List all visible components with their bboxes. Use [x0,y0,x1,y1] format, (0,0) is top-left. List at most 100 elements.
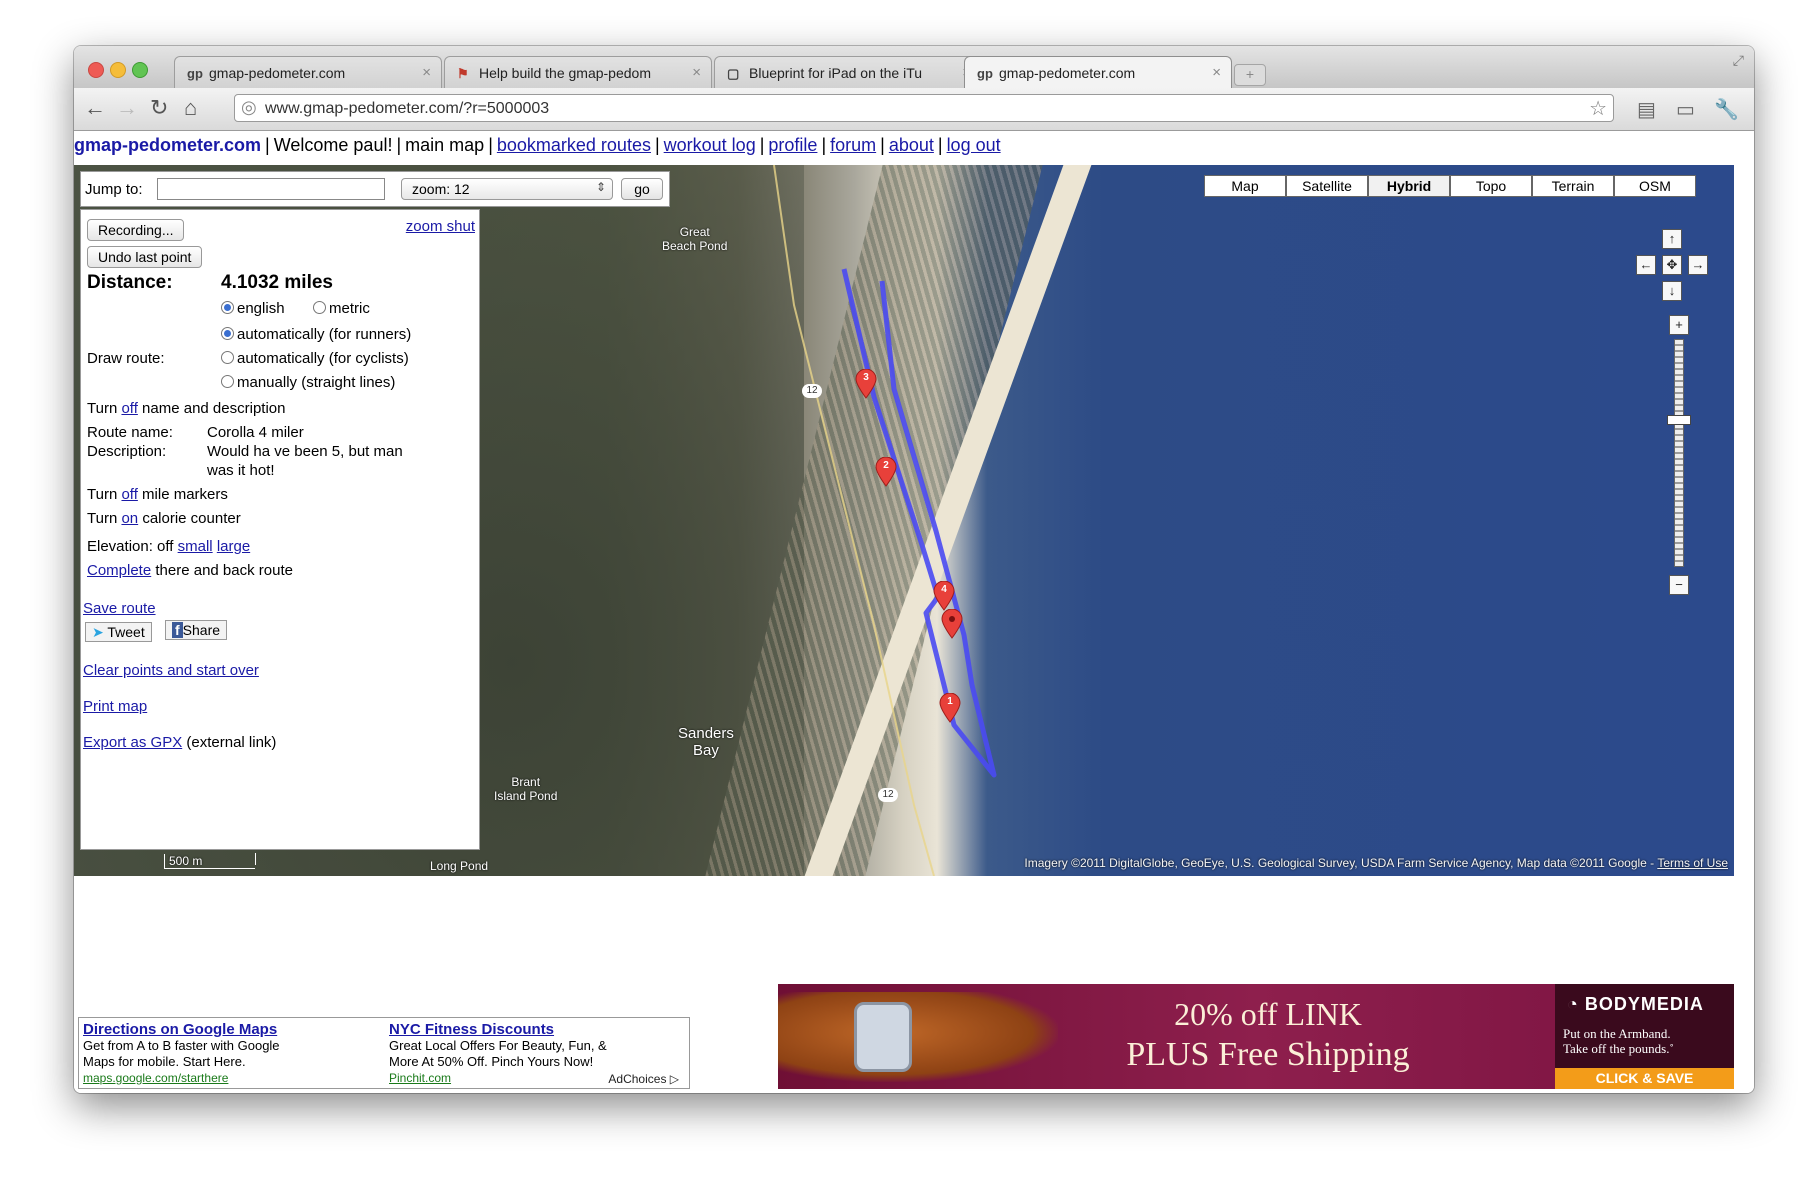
ad-directions[interactable]: Directions on Google Maps Get from A to … [83,1022,353,1086]
pan-right-icon[interactable]: → [1688,255,1708,275]
map-type-map[interactable]: Map [1204,175,1286,197]
about-link[interactable]: about [889,135,934,155]
radio-cyclists[interactable] [221,351,234,364]
name-off-link[interactable]: off [121,400,137,417]
radio-manual[interactable] [221,375,234,388]
zoom-window-button[interactable] [132,62,148,78]
tab-gmap-active[interactable]: gp gmap-pedometer.com × [964,56,1232,88]
minimize-window-button[interactable] [110,62,126,78]
map-type-osm[interactable]: OSM [1614,175,1696,197]
pan-up-icon[interactable]: ↑ [1662,229,1682,249]
bookmarked-routes-link[interactable]: bookmarked routes [497,135,651,155]
tab-gmap-1[interactable]: gp gmap-pedometer.com × [174,56,442,88]
mile-marker-1[interactable]: 1 [939,692,961,723]
road-line [773,165,935,876]
workout-log-link[interactable]: workout log [664,135,756,155]
gp-favicon-icon: gp [187,66,203,81]
description-line-1: Would ha ve been 5, but man [207,443,403,460]
home-icon[interactable]: ⌂ [184,95,197,121]
bodymedia-logo-icon: ◔ [1567,994,1579,1014]
site-home-link[interactable]: gmap-pedometer.com [74,135,261,155]
unit-metric-option[interactable]: metric [313,300,370,317]
map-type-terrain[interactable]: Terrain [1532,175,1614,197]
close-tab-icon[interactable]: × [1212,64,1221,81]
main-map-text: main map [405,135,485,155]
map-type-hybrid[interactable]: Hybrid [1368,175,1450,197]
bookmark-star-icon[interactable]: ☆ [1589,96,1607,121]
elevation-small-link[interactable]: small [178,538,213,555]
mile-markers-off-link[interactable]: off [121,486,137,503]
log-out-link[interactable]: log out [947,135,1001,155]
tab-title: Blueprint for iPad on the iTu [749,65,923,81]
close-tab-icon[interactable]: × [422,64,431,81]
wrench-icon[interactable]: 🔧 [1714,97,1739,122]
mile-marker-3[interactable]: 3 [855,368,877,399]
ad-title[interactable]: NYC Fitness Discounts [389,1022,659,1038]
zoom-slider-handle[interactable] [1667,415,1691,425]
draw-runners-option[interactable]: automatically (for runners) [221,326,411,343]
banner-sidebar: ◔ BODYMEDIA Put on the Armband. Take off … [1555,984,1734,1089]
mile-marker-2[interactable]: 2 [875,456,897,487]
mile-marker-4[interactable]: 4 [933,580,955,611]
facebook-share-button[interactable]: f Share [165,620,228,640]
extension-screen-icon[interactable]: ▭ [1676,97,1695,122]
label-great-beach-pond: Great Beach Pond [662,225,728,253]
radio-runners[interactable] [221,327,234,340]
undo-last-point-button[interactable]: Undo last point [87,246,203,268]
recording-button[interactable]: Recording... [87,219,185,241]
top-navigation: gmap-pedometer.com | Welcome paul! | main ma… [74,135,1001,155]
complete-route-line: Complete there and back route [87,562,293,579]
address-bar[interactable]: ◎ www.gmap-pedometer.com/?r=5000003 ☆ [234,94,1614,122]
zoom-in-icon[interactable]: + [1669,315,1689,335]
forward-arrow-icon[interactable]: → [116,95,138,121]
fullscreen-icon[interactable]: ⤢ [1733,52,1744,69]
profile-link[interactable]: profile [768,135,817,155]
back-arrow-icon[interactable]: ← [84,95,106,121]
pan-center-icon[interactable]: ✥ [1662,255,1682,275]
map-type-topo[interactable]: Topo [1450,175,1532,197]
calorie-on-link[interactable]: on [121,510,138,527]
tweet-button[interactable]: ➤ Tweet [85,622,152,642]
go-button[interactable]: go [621,178,663,200]
pan-left-icon[interactable]: ← [1636,255,1656,275]
satellite-map[interactable]: 1 2 3 4 Great Beach Pond Sanders Bay Bra… [74,165,1734,876]
select-arrows-icon: ⇕ [595,180,606,194]
map-type-satellite[interactable]: Satellite [1286,175,1368,197]
ad-title[interactable]: Directions on Google Maps [83,1022,353,1038]
unit-english-option[interactable]: english [221,300,285,317]
zoom-select-value: zoom: 12 [412,181,470,197]
save-route-link[interactable]: Save route [83,600,156,617]
forum-link[interactable]: forum [830,135,876,155]
zoom-slider-track[interactable] [1674,339,1684,567]
close-window-button[interactable] [88,62,104,78]
jump-to-input[interactable] [157,178,385,200]
route-end-marker[interactable] [941,608,963,639]
zoom-select[interactable]: zoom: 12 ⇕ [401,178,613,200]
complete-link[interactable]: Complete [87,562,151,579]
click-and-save-button[interactable]: CLICK & SAVE [1555,1068,1734,1089]
tab-help-build[interactable]: ⚑ Help build the gmap-pedom × [444,56,712,88]
close-tab-icon[interactable]: × [692,64,701,81]
radio-metric[interactable] [313,301,326,314]
elevation-large-link[interactable]: large [217,538,250,555]
zoom-out-icon[interactable]: − [1669,575,1689,595]
draw-manual-option[interactable]: manually (straight lines) [221,374,395,391]
draw-cyclists-option[interactable]: automatically (for cyclists) [221,350,409,367]
print-map-link[interactable]: Print map [83,698,147,715]
tab-blueprint[interactable]: ▢Blueprint for iPad on the iTu × [714,56,982,88]
reload-icon[interactable]: ↻ [150,95,168,121]
marker-number: 3 [863,372,869,383]
ad-url[interactable]: maps.google.com/starthere [83,1070,353,1086]
zoom-shut-link[interactable]: zoom shut [406,218,475,235]
pan-down-icon[interactable]: ↓ [1662,281,1682,301]
bodymedia-banner-ad[interactable]: 20% off LINK PLUS Free Shipping ◔ BODYME… [778,984,1734,1089]
new-tab-button[interactable]: + [1234,64,1266,86]
radio-english[interactable] [221,301,234,314]
adchoices-link[interactable]: AdChoices ▷ [608,1072,679,1086]
export-gpx-link[interactable]: Export as GPX [83,734,182,751]
terms-of-use-link[interactable]: Terms of Use [1657,856,1728,870]
page-info-icon[interactable]: ◎ [241,97,257,118]
extension-icon[interactable]: ▤ [1637,97,1656,122]
clear-points-link[interactable]: Clear points and start over [83,662,259,679]
mile-markers-line: Turn off mile markers [87,486,228,503]
